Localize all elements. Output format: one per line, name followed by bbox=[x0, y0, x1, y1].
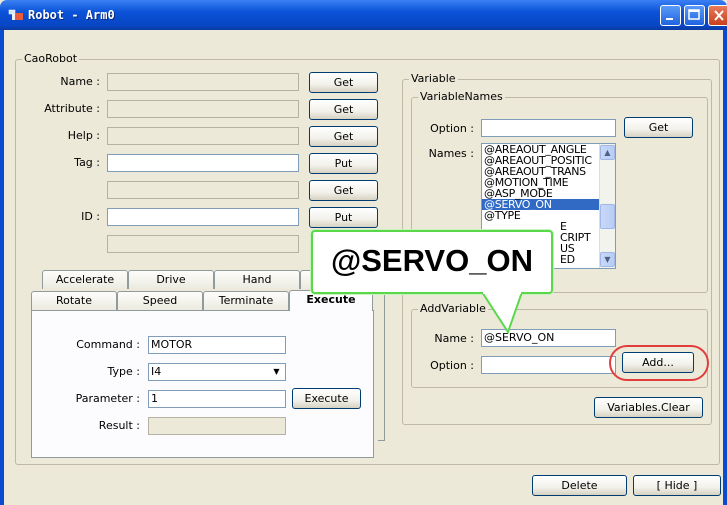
help-get-button[interactable]: Get bbox=[309, 126, 378, 147]
execute-tab-panel: Command : MOTOR Type : I4 ▼ Parameter : … bbox=[31, 310, 374, 458]
help-field[interactable] bbox=[107, 127, 299, 145]
close-icon bbox=[714, 10, 724, 21]
attribute-label: Attribute : bbox=[44, 102, 100, 115]
names-label: Names : bbox=[428, 147, 474, 160]
id-label: ID : bbox=[81, 210, 100, 223]
tag-field[interactable] bbox=[107, 154, 299, 172]
result-field bbox=[148, 417, 286, 435]
type-label: Type : bbox=[107, 365, 140, 378]
tab-rotate[interactable]: Rotate bbox=[31, 291, 117, 310]
maximize-icon bbox=[688, 9, 700, 20]
tab-hand[interactable]: Hand bbox=[214, 270, 300, 289]
variable-legend: Variable bbox=[409, 72, 458, 85]
list-item[interactable]: @TYPE bbox=[482, 210, 615, 221]
tab-drive-label: Drive bbox=[156, 273, 186, 286]
tab-accelerate-label: Accelerate bbox=[55, 273, 115, 286]
cao-robot-legend: CaoRobot bbox=[22, 52, 80, 65]
minimize-button[interactable] bbox=[660, 5, 681, 26]
callout-pointer bbox=[481, 292, 523, 334]
close-button[interactable] bbox=[708, 5, 727, 26]
names-scrollbar[interactable]: ▲ ▼ bbox=[599, 144, 615, 268]
tag-put-button[interactable]: Put bbox=[309, 153, 378, 174]
window-frame-right bbox=[723, 30, 727, 505]
tab-accelerate[interactable]: Accelerate bbox=[42, 270, 128, 289]
command-label: Command : bbox=[76, 338, 140, 351]
tab-hand-label: Hand bbox=[242, 273, 272, 286]
id-value-field[interactable] bbox=[107, 235, 299, 253]
names-option-field[interactable] bbox=[481, 119, 616, 137]
variable-names-legend: VariableNames bbox=[418, 90, 505, 103]
parameter-field[interactable]: 1 bbox=[148, 390, 286, 408]
robot-app-icon bbox=[8, 9, 23, 20]
variables-clear-button[interactable]: Variables.Clear bbox=[594, 397, 703, 418]
tag-get-button[interactable]: Get bbox=[309, 180, 378, 201]
add-name-label: Name : bbox=[434, 332, 474, 345]
result-label: Result : bbox=[98, 419, 140, 432]
name-field[interactable] bbox=[107, 73, 299, 91]
tab-drive[interactable]: Drive bbox=[128, 270, 214, 289]
name-get-button[interactable]: Get bbox=[309, 72, 378, 93]
tab-terminate[interactable]: Terminate bbox=[203, 291, 289, 310]
execute-button[interactable]: Execute bbox=[292, 388, 361, 409]
scroll-up-icon[interactable]: ▲ bbox=[600, 145, 615, 160]
parameter-label: Parameter : bbox=[75, 392, 140, 405]
minimize-icon bbox=[666, 18, 673, 20]
scroll-thumb[interactable] bbox=[600, 204, 615, 229]
tab-terminate-label: Terminate bbox=[218, 294, 274, 307]
window-frame-left bbox=[0, 30, 4, 505]
add-variable-legend: AddVariable bbox=[418, 302, 488, 315]
callout-text: @SERVO_ON bbox=[331, 243, 533, 278]
tab-execute-label: Execute bbox=[306, 293, 356, 306]
hide-button[interactable]: [ Hide ] bbox=[633, 475, 721, 496]
tab-speed[interactable]: Speed bbox=[117, 291, 203, 310]
id-field[interactable] bbox=[107, 208, 299, 226]
window-title: Robot - Arm0 bbox=[28, 8, 115, 22]
add-option-label: Option : bbox=[430, 359, 474, 372]
delete-button[interactable]: Delete bbox=[532, 475, 627, 496]
command-field[interactable]: MOTOR bbox=[148, 336, 286, 354]
names-get-button[interactable]: Get bbox=[624, 117, 693, 138]
callout-bubble: @SERVO_ON bbox=[311, 230, 553, 294]
help-label: Help : bbox=[67, 129, 100, 142]
maximize-button[interactable] bbox=[684, 5, 705, 26]
chevron-down-icon[interactable]: ▼ bbox=[269, 365, 284, 379]
tag-value-field[interactable] bbox=[107, 181, 299, 199]
tab-rotate-label: Rotate bbox=[55, 294, 92, 307]
id-put-button[interactable]: Put bbox=[309, 207, 378, 228]
attribute-field[interactable] bbox=[107, 100, 299, 118]
robot-window: Robot - Arm0 CaoRobot Name : Get Attribu… bbox=[0, 0, 727, 505]
highlight-ring bbox=[609, 345, 709, 381]
type-select-value: I4 bbox=[151, 365, 162, 378]
title-bar[interactable]: Robot - Arm0 bbox=[0, 0, 727, 30]
add-option-field[interactable] bbox=[481, 356, 616, 374]
scroll-down-icon[interactable]: ▼ bbox=[600, 252, 615, 267]
tab-speed-label: Speed bbox=[142, 294, 178, 307]
names-option-label: Option : bbox=[430, 122, 474, 135]
tab-panel-back-edge bbox=[378, 289, 385, 441]
attribute-get-button[interactable]: Get bbox=[309, 99, 378, 120]
name-label: Name : bbox=[60, 75, 100, 88]
tag-label: Tag : bbox=[74, 156, 100, 169]
type-select[interactable]: I4 ▼ bbox=[148, 363, 286, 381]
